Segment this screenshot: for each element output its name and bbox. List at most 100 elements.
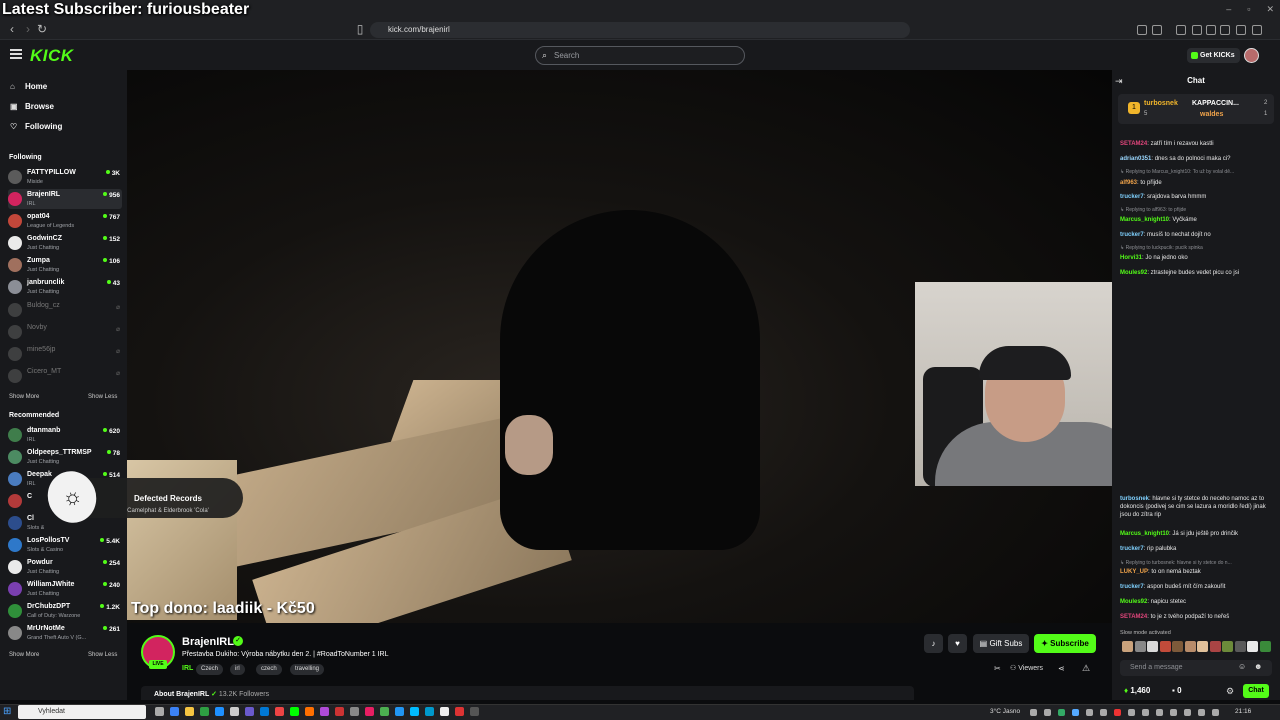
emote-icon[interactable] — [1147, 641, 1158, 652]
taskbar-app-icon[interactable] — [470, 707, 479, 716]
taskbar-app-icon[interactable] — [320, 707, 329, 716]
chat-username[interactable]: Moules92 — [1120, 599, 1147, 605]
sidebar-channel[interactable]: MrUrNotMe Grand Theft Auto V (G... 261 — [8, 623, 122, 643]
sidebar-item-home[interactable]: ⌂ Home — [10, 82, 47, 91]
chat-username[interactable]: trucker7 — [1120, 584, 1144, 590]
chat-username[interactable]: turbosnek — [1120, 496, 1149, 502]
sidebar-channel[interactable]: Cicero_MT ⌀ — [8, 366, 122, 386]
chat-message-input[interactable]: Send a message — [1120, 660, 1272, 676]
taskbar-app-icon[interactable] — [305, 707, 314, 716]
share-icon[interactable]: ⋖ — [1058, 664, 1065, 673]
taskbar-app-icon[interactable] — [380, 707, 389, 716]
clip-icon[interactable]: ✂ — [994, 664, 1001, 673]
emote-icon[interactable] — [1122, 641, 1133, 652]
tray-icon[interactable] — [1184, 709, 1191, 716]
sidebar-channel[interactable]: WilliamJWhite Just Chatting 240 — [8, 579, 122, 599]
channel-name[interactable]: BrajenIRL — [182, 636, 234, 648]
close-icon[interactable]: ✕ — [1266, 4, 1274, 14]
tray-icon[interactable] — [1114, 709, 1121, 716]
chat-username[interactable]: Horvi31 — [1120, 255, 1142, 261]
user-avatar[interactable] — [1244, 48, 1259, 63]
back-icon[interactable]: ‹ — [6, 23, 18, 35]
tray-icon[interactable] — [1212, 709, 1219, 716]
sidebar-channel[interactable]: mine56jp ⌀ — [8, 344, 122, 364]
download-icon[interactable] — [1176, 25, 1186, 35]
show-more-following[interactable]: Show More — [9, 394, 39, 400]
clock[interactable]: 21:16 — [1235, 708, 1251, 715]
sidebar-item-following[interactable]: ♡ Following — [10, 122, 62, 131]
tray-icon[interactable] — [1198, 709, 1205, 716]
notification-bell-button[interactable]: ♪ — [924, 634, 943, 653]
forward-icon[interactable]: › — [22, 23, 34, 35]
chat-username[interactable]: Moules92 — [1120, 270, 1147, 276]
sidebar-channel[interactable]: Oldpeeps_TTRMSP Just Chatting 78 — [8, 447, 122, 467]
tray-icon[interactable] — [1142, 709, 1149, 716]
extension-icon[interactable] — [1220, 25, 1230, 35]
tray-icon[interactable] — [1030, 709, 1037, 716]
bookmark-icon[interactable]: ▯ — [354, 23, 366, 35]
emote-icon[interactable] — [1172, 641, 1183, 652]
windows-start-icon[interactable]: ⊞ — [3, 706, 11, 717]
emote-icon[interactable] — [1197, 641, 1208, 652]
tray-icon[interactable] — [1170, 709, 1177, 716]
report-icon[interactable]: ⚠ — [1082, 663, 1090, 674]
category-link[interactable]: IRL — [182, 665, 193, 672]
tray-icon[interactable] — [1128, 709, 1135, 716]
tray-icon[interactable] — [1156, 709, 1163, 716]
chat-username[interactable]: trucker7 — [1120, 232, 1144, 238]
taskbar-app-icon[interactable] — [170, 707, 179, 716]
sidebar-item-browse[interactable]: ▣ Browse — [10, 102, 54, 111]
sidebar-channel[interactable]: Powdur Just Chatting 254 — [8, 557, 122, 577]
chat-username[interactable]: SETAM24 — [1120, 614, 1147, 620]
taskbar-app-icon[interactable] — [410, 707, 419, 716]
taskbar-app-icon[interactable] — [395, 707, 404, 716]
emote-picker-icon[interactable]: ☺ — [1238, 662, 1246, 671]
smiley-icon[interactable]: ☻ — [1254, 662, 1262, 671]
extension-icon[interactable] — [1192, 25, 1202, 35]
weather-widget[interactable]: 3°C Jasno — [990, 708, 1020, 715]
emote-icon[interactable] — [1259, 641, 1271, 652]
chat-username[interactable]: LUKY_UP — [1120, 569, 1148, 575]
emote-icon[interactable] — [1209, 641, 1221, 652]
chat-username[interactable]: trucker7 — [1120, 546, 1144, 552]
tray-icon[interactable] — [1100, 709, 1107, 716]
stream-tag[interactable]: travelling — [290, 664, 325, 675]
taskbar-app-icon[interactable] — [260, 707, 269, 716]
extension-icon[interactable] — [1137, 25, 1147, 35]
url-bar[interactable]: kick.com/brajenirl — [370, 22, 910, 38]
chat-reply-context[interactable]: ↳ Replying to turbosnek: hlavne si ty st… — [1120, 560, 1276, 566]
minimize-icon[interactable]: – — [1226, 4, 1231, 14]
gift-subs-button[interactable]: ▤ Gift Subs — [973, 634, 1029, 653]
menu-icon[interactable] — [1252, 25, 1262, 35]
taskbar-search[interactable]: Vyhledat — [18, 705, 146, 719]
sidebar-channel[interactable]: Zumpa Just Chatting 106 — [8, 255, 122, 275]
taskbar-app-icon[interactable] — [200, 707, 209, 716]
tray-icon[interactable] — [1086, 709, 1093, 716]
sidebar-channel[interactable]: opat04 League of Legends 767 — [8, 211, 122, 231]
emote-icon[interactable] — [1247, 641, 1258, 652]
kick-logo[interactable]: KICK — [30, 46, 74, 66]
maximize-icon[interactable]: ▫ — [1247, 4, 1250, 14]
chat-username[interactable]: adrian0351 — [1120, 156, 1151, 162]
get-kicks-button[interactable]: Get KICKs — [1187, 48, 1240, 63]
kicks-balance[interactable]: ▪ 0 — [1172, 686, 1182, 695]
chat-reply-context[interactable]: ↳ Replying to luckpucik: pucik spinka — [1120, 245, 1276, 251]
sidebar-channel[interactable]: Novby ⌀ — [8, 322, 122, 342]
extension-icon[interactable] — [1152, 25, 1162, 35]
chat-username[interactable]: Marcus_knight10 — [1120, 531, 1169, 537]
emote-icon[interactable] — [1134, 641, 1146, 652]
chat-username[interactable]: SETAM24 — [1120, 141, 1147, 147]
subscribe-button[interactable]: ✦ Subscribe — [1034, 634, 1096, 653]
reload-icon[interactable]: ↻ — [36, 23, 48, 35]
hamburger-menu-icon[interactable] — [10, 49, 22, 59]
taskbar-app-icon[interactable] — [425, 707, 434, 716]
emote-icon[interactable] — [1234, 641, 1246, 652]
sidebar-channel[interactable]: LosPollosTV Slots & Casino 5.4K — [8, 535, 122, 555]
follow-button[interactable]: ♥ — [948, 634, 967, 653]
chat-send-button[interactable]: Chat — [1243, 684, 1269, 698]
chat-username[interactable]: trucker7 — [1120, 194, 1144, 200]
taskbar-app-icon[interactable] — [455, 707, 464, 716]
taskbar-app-icon[interactable] — [245, 707, 254, 716]
show-more-recommended[interactable]: Show More — [9, 652, 39, 658]
stream-tag[interactable]: czech — [256, 664, 282, 675]
